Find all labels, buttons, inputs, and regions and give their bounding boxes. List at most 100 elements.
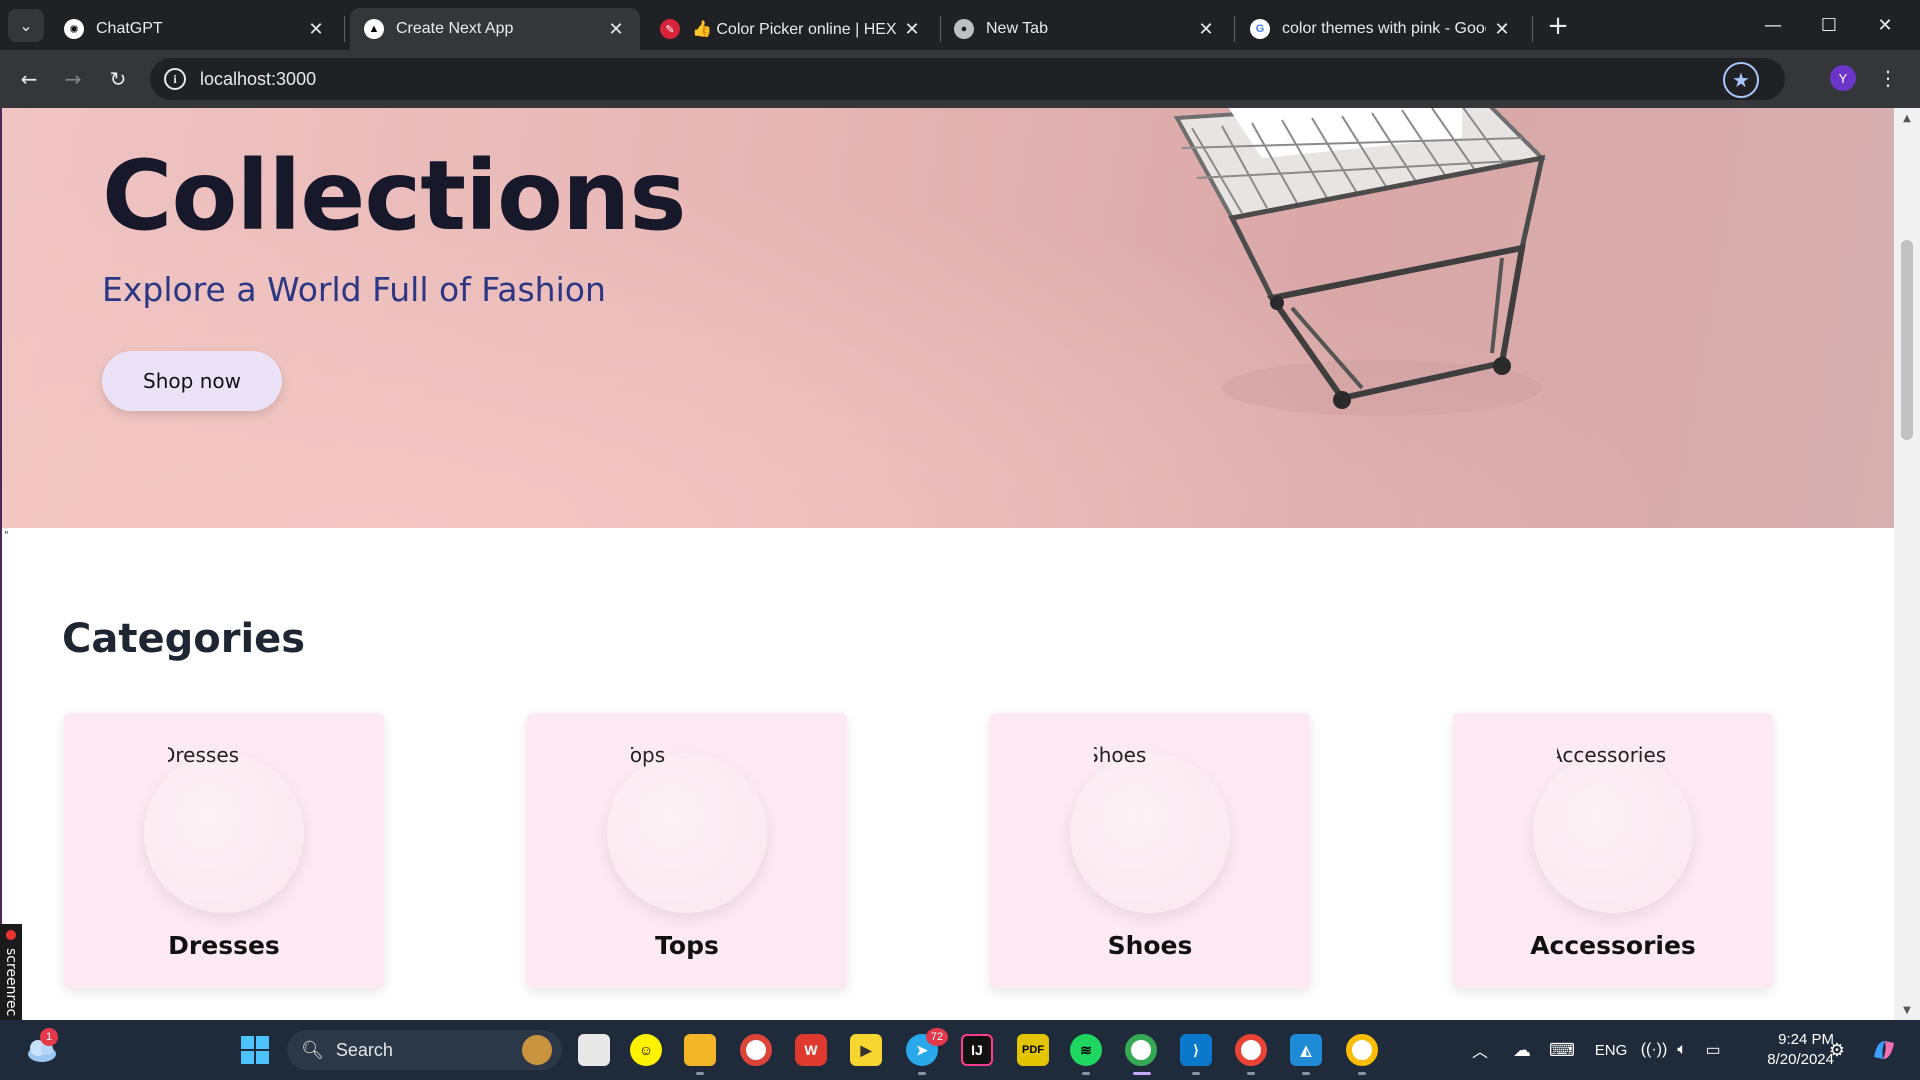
close-icon: ✕ bbox=[1877, 14, 1893, 36]
minimize-button[interactable]: — bbox=[1750, 10, 1796, 40]
address-url[interactable]: localhost:3000 bbox=[200, 69, 316, 90]
shop-now-button[interactable]: Shop now bbox=[102, 351, 282, 411]
color-picker-icon: ✎ bbox=[660, 19, 680, 39]
chrome-profile-icon[interactable] bbox=[1125, 1034, 1157, 1066]
tab-title: 👍 Color Picker online | HEX Co bbox=[692, 21, 896, 38]
site-info-icon[interactable]: i bbox=[164, 68, 186, 90]
spotify-icon[interactable]: ≋ bbox=[1070, 1034, 1102, 1066]
plus-icon: + bbox=[1547, 11, 1569, 41]
close-icon[interactable]: ✕ bbox=[1196, 19, 1216, 40]
pdf-reader-icon[interactable]: PDF bbox=[1017, 1034, 1049, 1066]
taskbar-clock[interactable]: 9:24 PM 8/20/2024 bbox=[1742, 1030, 1834, 1070]
wifi-icon[interactable]: ((·)) bbox=[1641, 1020, 1668, 1080]
task-view-icon[interactable] bbox=[578, 1034, 610, 1066]
category-card-accessories[interactable]: Accessories Accessories bbox=[1453, 713, 1773, 988]
photos-icon[interactable]: ◭ bbox=[1290, 1034, 1322, 1066]
tab-chatgpt[interactable]: ✺ ChatGPT ✕ bbox=[50, 8, 340, 50]
language-indicator[interactable]: ENG bbox=[1590, 1020, 1632, 1080]
wps-office-icon[interactable]: W bbox=[795, 1034, 827, 1066]
arrow-left-icon: ← bbox=[20, 67, 38, 91]
search-icon: 🔍︎ bbox=[301, 1039, 324, 1060]
running-indicator bbox=[1192, 1072, 1200, 1075]
running-indicator bbox=[1247, 1072, 1255, 1075]
page-scrollbar[interactable]: ▲ ▼ bbox=[1894, 108, 1920, 1020]
taskbar-search-label: Search bbox=[335, 1039, 393, 1060]
volume-icon[interactable]: 🔈︎ bbox=[1670, 1020, 1694, 1080]
tab-color-picker[interactable]: ✎ 👍 Color Picker online | HEX Co ✕ bbox=[646, 8, 936, 50]
media-player-icon[interactable]: ▶ bbox=[850, 1034, 882, 1066]
hero-banner: Collections Explore a World Full of Fash… bbox=[2, 108, 1896, 528]
copilot-logo-icon bbox=[1874, 1041, 1894, 1059]
tab-google-search[interactable]: G color themes with pink - Googl ✕ bbox=[1236, 8, 1526, 50]
tab-new-tab[interactable]: ● New Tab ✕ bbox=[940, 8, 1230, 50]
scrollbar-thumb[interactable] bbox=[1901, 240, 1913, 440]
tab-strip: ⌄ ✺ ChatGPT ✕ ▲ Create Next App ✕ ✎ 👍 Co… bbox=[0, 0, 1920, 50]
telegram-badge: 72 bbox=[926, 1028, 948, 1046]
copilot-icon[interactable] bbox=[1864, 1020, 1904, 1080]
close-window-button[interactable]: ✕ bbox=[1862, 10, 1908, 40]
close-icon[interactable]: ✕ bbox=[306, 19, 326, 40]
broken-image-alt-text: Tops bbox=[631, 743, 666, 767]
category-card-shoes[interactable]: Shoes Shoes bbox=[990, 713, 1310, 988]
close-icon[interactable]: ✕ bbox=[902, 19, 922, 40]
close-icon[interactable]: ✕ bbox=[606, 19, 626, 40]
vscode-icon[interactable]: ⟩ bbox=[1180, 1034, 1212, 1066]
running-indicator bbox=[696, 1072, 704, 1075]
notification-bell-icon[interactable]: ⚙ bbox=[1824, 1020, 1850, 1080]
categories-heading: Categories bbox=[62, 616, 306, 662]
snapchat-icon[interactable]: ☺ bbox=[630, 1034, 662, 1066]
onedrive-icon[interactable]: ☁ bbox=[1508, 1020, 1536, 1080]
category-image bbox=[607, 753, 767, 913]
category-name: Tops bbox=[655, 931, 719, 960]
reload-button[interactable]: ↻ bbox=[103, 64, 133, 94]
browser-menu-button[interactable]: ⋮ bbox=[1878, 62, 1898, 94]
chrome-icon[interactable] bbox=[740, 1034, 772, 1066]
record-icon bbox=[6, 930, 16, 940]
minimize-icon: — bbox=[1764, 14, 1782, 36]
clock-date: 8/20/2024 bbox=[1767, 1051, 1834, 1068]
category-card-dresses[interactable]: Dresses Dresses bbox=[64, 713, 384, 988]
tab-title: New Tab bbox=[986, 20, 1048, 37]
category-card-tops[interactable]: Tops Tops bbox=[527, 713, 847, 988]
address-bar[interactable]: i localhost:3000 ★ bbox=[150, 58, 1785, 100]
arrow-right-icon: → bbox=[64, 67, 82, 91]
chrome-icon: ● bbox=[954, 19, 974, 39]
battery-icon[interactable]: ▭ bbox=[1700, 1020, 1726, 1080]
maximize-button[interactable]: ☐ bbox=[1806, 10, 1852, 40]
profile-initial: Y bbox=[1838, 70, 1848, 86]
close-icon[interactable]: ✕ bbox=[1492, 19, 1512, 40]
file-explorer-icon[interactable] bbox=[684, 1034, 716, 1066]
category-image bbox=[1533, 753, 1693, 913]
tab-title: ChatGPT bbox=[96, 20, 163, 37]
chrome-profile-icon[interactable] bbox=[1235, 1034, 1267, 1066]
more-vertical-icon: ⋮ bbox=[1878, 66, 1898, 90]
chrome-profile-icon[interactable] bbox=[1346, 1034, 1378, 1066]
tab-title: color themes with pink - Googl bbox=[1282, 20, 1486, 37]
broken-image-alt-text: Dresses bbox=[168, 743, 240, 767]
screen-recorder-widget[interactable]: screenrec bbox=[0, 924, 22, 1034]
keyboard-icon[interactable]: ⌨ bbox=[1548, 1020, 1576, 1080]
running-indicator bbox=[1302, 1072, 1310, 1075]
category-name: Accessories bbox=[1530, 931, 1696, 960]
chatgpt-icon: ✺ bbox=[64, 19, 84, 39]
chevron-down-icon: ⌄ bbox=[19, 16, 33, 35]
bookmark-button[interactable]: ★ bbox=[1723, 62, 1759, 98]
active-indicator bbox=[1133, 1072, 1151, 1075]
profile-avatar[interactable]: Y bbox=[1830, 65, 1856, 91]
windows-start-icon[interactable] bbox=[241, 1036, 269, 1064]
back-button[interactable]: ← bbox=[14, 64, 44, 94]
category-grid: Dresses Dresses Tops Tops Shoes Shoes Ac… bbox=[64, 713, 1774, 988]
forward-button[interactable]: → bbox=[58, 64, 88, 94]
intellij-icon[interactable]: IJ bbox=[961, 1034, 993, 1066]
tab-search-button[interactable]: ⌄ bbox=[8, 9, 44, 42]
chevron-up-icon[interactable]: ︿ bbox=[1468, 1020, 1492, 1080]
tab-title: Create Next App bbox=[396, 20, 514, 37]
tab-divider bbox=[1532, 16, 1533, 42]
broken-image-alt-text: Accessories bbox=[1557, 743, 1667, 767]
new-tab-button[interactable]: + bbox=[1543, 11, 1573, 41]
tab-create-next-app[interactable]: ▲ Create Next App ✕ bbox=[350, 8, 640, 50]
taskbar-search[interactable]: 🔍︎ Search bbox=[287, 1030, 562, 1070]
stray-character: " bbox=[4, 530, 9, 541]
scroll-down-arrow-icon[interactable]: ▼ bbox=[1894, 1000, 1920, 1020]
scroll-up-arrow-icon[interactable]: ▲ bbox=[1894, 108, 1920, 128]
